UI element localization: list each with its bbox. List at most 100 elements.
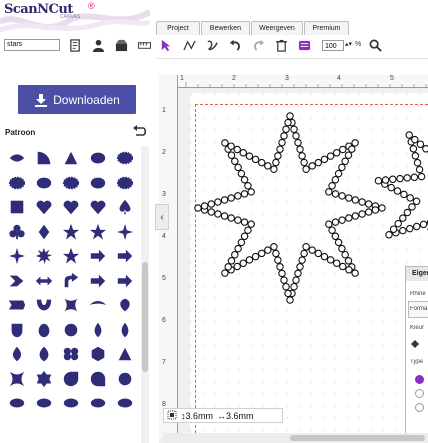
node-edit-icon[interactable] — [182, 37, 196, 53]
ruler-icon[interactable] — [137, 37, 151, 53]
pattern-item[interactable] — [84, 269, 111, 294]
delete-icon[interactable] — [274, 37, 288, 53]
pattern-item[interactable] — [111, 146, 138, 171]
zoom-icon[interactable] — [368, 37, 382, 53]
pattern-item[interactable] — [111, 269, 138, 294]
pattern-item[interactable] — [111, 318, 138, 343]
pattern-item[interactable] — [30, 391, 57, 416]
pattern-item[interactable] — [3, 342, 30, 367]
rhinestone-dot — [338, 216, 346, 224]
pattern-item[interactable] — [84, 391, 111, 416]
zoom-input[interactable]: 100 — [322, 40, 344, 51]
download-label: Downloaden — [53, 92, 120, 107]
pattern-item[interactable] — [57, 146, 84, 171]
pattern-item[interactable] — [111, 293, 138, 318]
tab-weergeven[interactable]: Weergeven — [251, 21, 303, 35]
pattern-item[interactable] — [84, 146, 111, 171]
pattern-item[interactable] — [111, 171, 138, 196]
pattern-item[interactable] — [57, 342, 84, 367]
type-radio[interactable] — [415, 403, 424, 412]
pattern-item[interactable] — [3, 318, 30, 343]
pattern-item[interactable] — [57, 269, 84, 294]
pattern-item[interactable] — [3, 293, 30, 318]
pattern-item[interactable] — [57, 318, 84, 343]
pattern-item[interactable] — [30, 244, 57, 269]
rhinestone-dot — [334, 169, 343, 178]
rhinestone-dot — [302, 243, 310, 251]
size-icon — [167, 410, 177, 422]
back-icon[interactable] — [132, 125, 146, 137]
box-icon[interactable] — [114, 37, 128, 53]
type-radio-selected[interactable] — [415, 375, 424, 384]
height-readout: ↕3.6mm — [181, 410, 214, 421]
pattern-item[interactable] — [57, 367, 84, 392]
pattern-item[interactable] — [57, 391, 84, 416]
undo-icon[interactable] — [228, 37, 242, 53]
pattern-item[interactable] — [111, 342, 138, 367]
pattern-item[interactable] — [30, 220, 57, 245]
collapse-panel-toggle[interactable]: ‹ — [155, 204, 169, 230]
pattern-item[interactable] — [3, 269, 30, 294]
pattern-scrollbar-thumb[interactable] — [142, 262, 148, 372]
pattern-item[interactable] — [30, 318, 57, 343]
properties-row-label: Rhine — [410, 291, 426, 297]
pattern-item[interactable] — [57, 293, 84, 318]
pattern-item[interactable] — [30, 195, 57, 220]
pattern-item[interactable] — [3, 244, 30, 269]
rhinestone-dot — [240, 175, 249, 184]
rhinestone-dot — [286, 112, 294, 120]
pattern-item[interactable] — [30, 269, 57, 294]
rhinestone-dot — [227, 151, 236, 159]
pattern-item[interactable] — [57, 195, 84, 220]
pattern-item[interactable] — [84, 220, 111, 245]
pattern-item[interactable] — [111, 391, 138, 416]
pattern-item[interactable] — [111, 367, 138, 392]
select-arrow-icon[interactable] — [159, 37, 173, 53]
pattern-item[interactable] — [84, 244, 111, 269]
redo-icon[interactable] — [251, 37, 265, 53]
pattern-item[interactable] — [30, 293, 57, 318]
pattern-item[interactable] — [57, 171, 84, 196]
pattern-item[interactable] — [30, 367, 57, 392]
type-radio[interactable] — [415, 389, 424, 398]
person-icon[interactable] — [91, 37, 105, 53]
pattern-item[interactable] — [84, 318, 111, 343]
rhinestone-dot — [389, 175, 397, 184]
tab-project[interactable]: Project — [156, 21, 200, 35]
pattern-item[interactable] — [111, 195, 138, 220]
fill-color-icon[interactable] — [410, 336, 420, 348]
pattern-item[interactable] — [3, 171, 30, 196]
rhinestone-dot — [345, 194, 353, 202]
pattern-item[interactable] — [84, 293, 111, 318]
pattern-item[interactable] — [3, 195, 30, 220]
pattern-item[interactable] — [57, 244, 84, 269]
rhinestone-dot — [320, 155, 329, 164]
rhinestone-dot — [378, 204, 386, 212]
pattern-item[interactable] — [30, 146, 57, 171]
pattern-item[interactable] — [111, 244, 138, 269]
freehand-icon[interactable] — [205, 37, 219, 53]
search-input[interactable] — [4, 39, 60, 51]
pattern-item[interactable] — [3, 391, 30, 416]
pattern-item[interactable] — [3, 367, 30, 392]
pattern-item[interactable] — [57, 220, 84, 245]
pattern-item[interactable] — [30, 342, 57, 367]
pattern-item[interactable] — [111, 220, 138, 245]
tab-bewerken[interactable]: Bewerken — [201, 21, 250, 35]
properties-icon[interactable] — [68, 37, 82, 53]
rhinestone-star-design[interactable] — [159, 75, 428, 443]
rhinestone-dot — [358, 198, 366, 206]
pattern-item[interactable] — [30, 171, 57, 196]
zoom-stepper[interactable]: ▴▾ — [345, 40, 352, 48]
download-button[interactable]: Downloaden — [18, 85, 136, 114]
pattern-item[interactable] — [84, 171, 111, 196]
pattern-item[interactable] — [3, 220, 30, 245]
rhinestone-dot — [284, 118, 292, 127]
pattern-item[interactable] — [84, 367, 111, 392]
pattern-item[interactable] — [84, 342, 111, 367]
pattern-item[interactable] — [84, 195, 111, 220]
pattern-item[interactable] — [3, 146, 30, 171]
align-icon[interactable] — [297, 37, 311, 53]
canvas-scrollbar-thumb[interactable] — [290, 435, 425, 441]
tab-premium[interactable]: Premium — [304, 21, 349, 35]
